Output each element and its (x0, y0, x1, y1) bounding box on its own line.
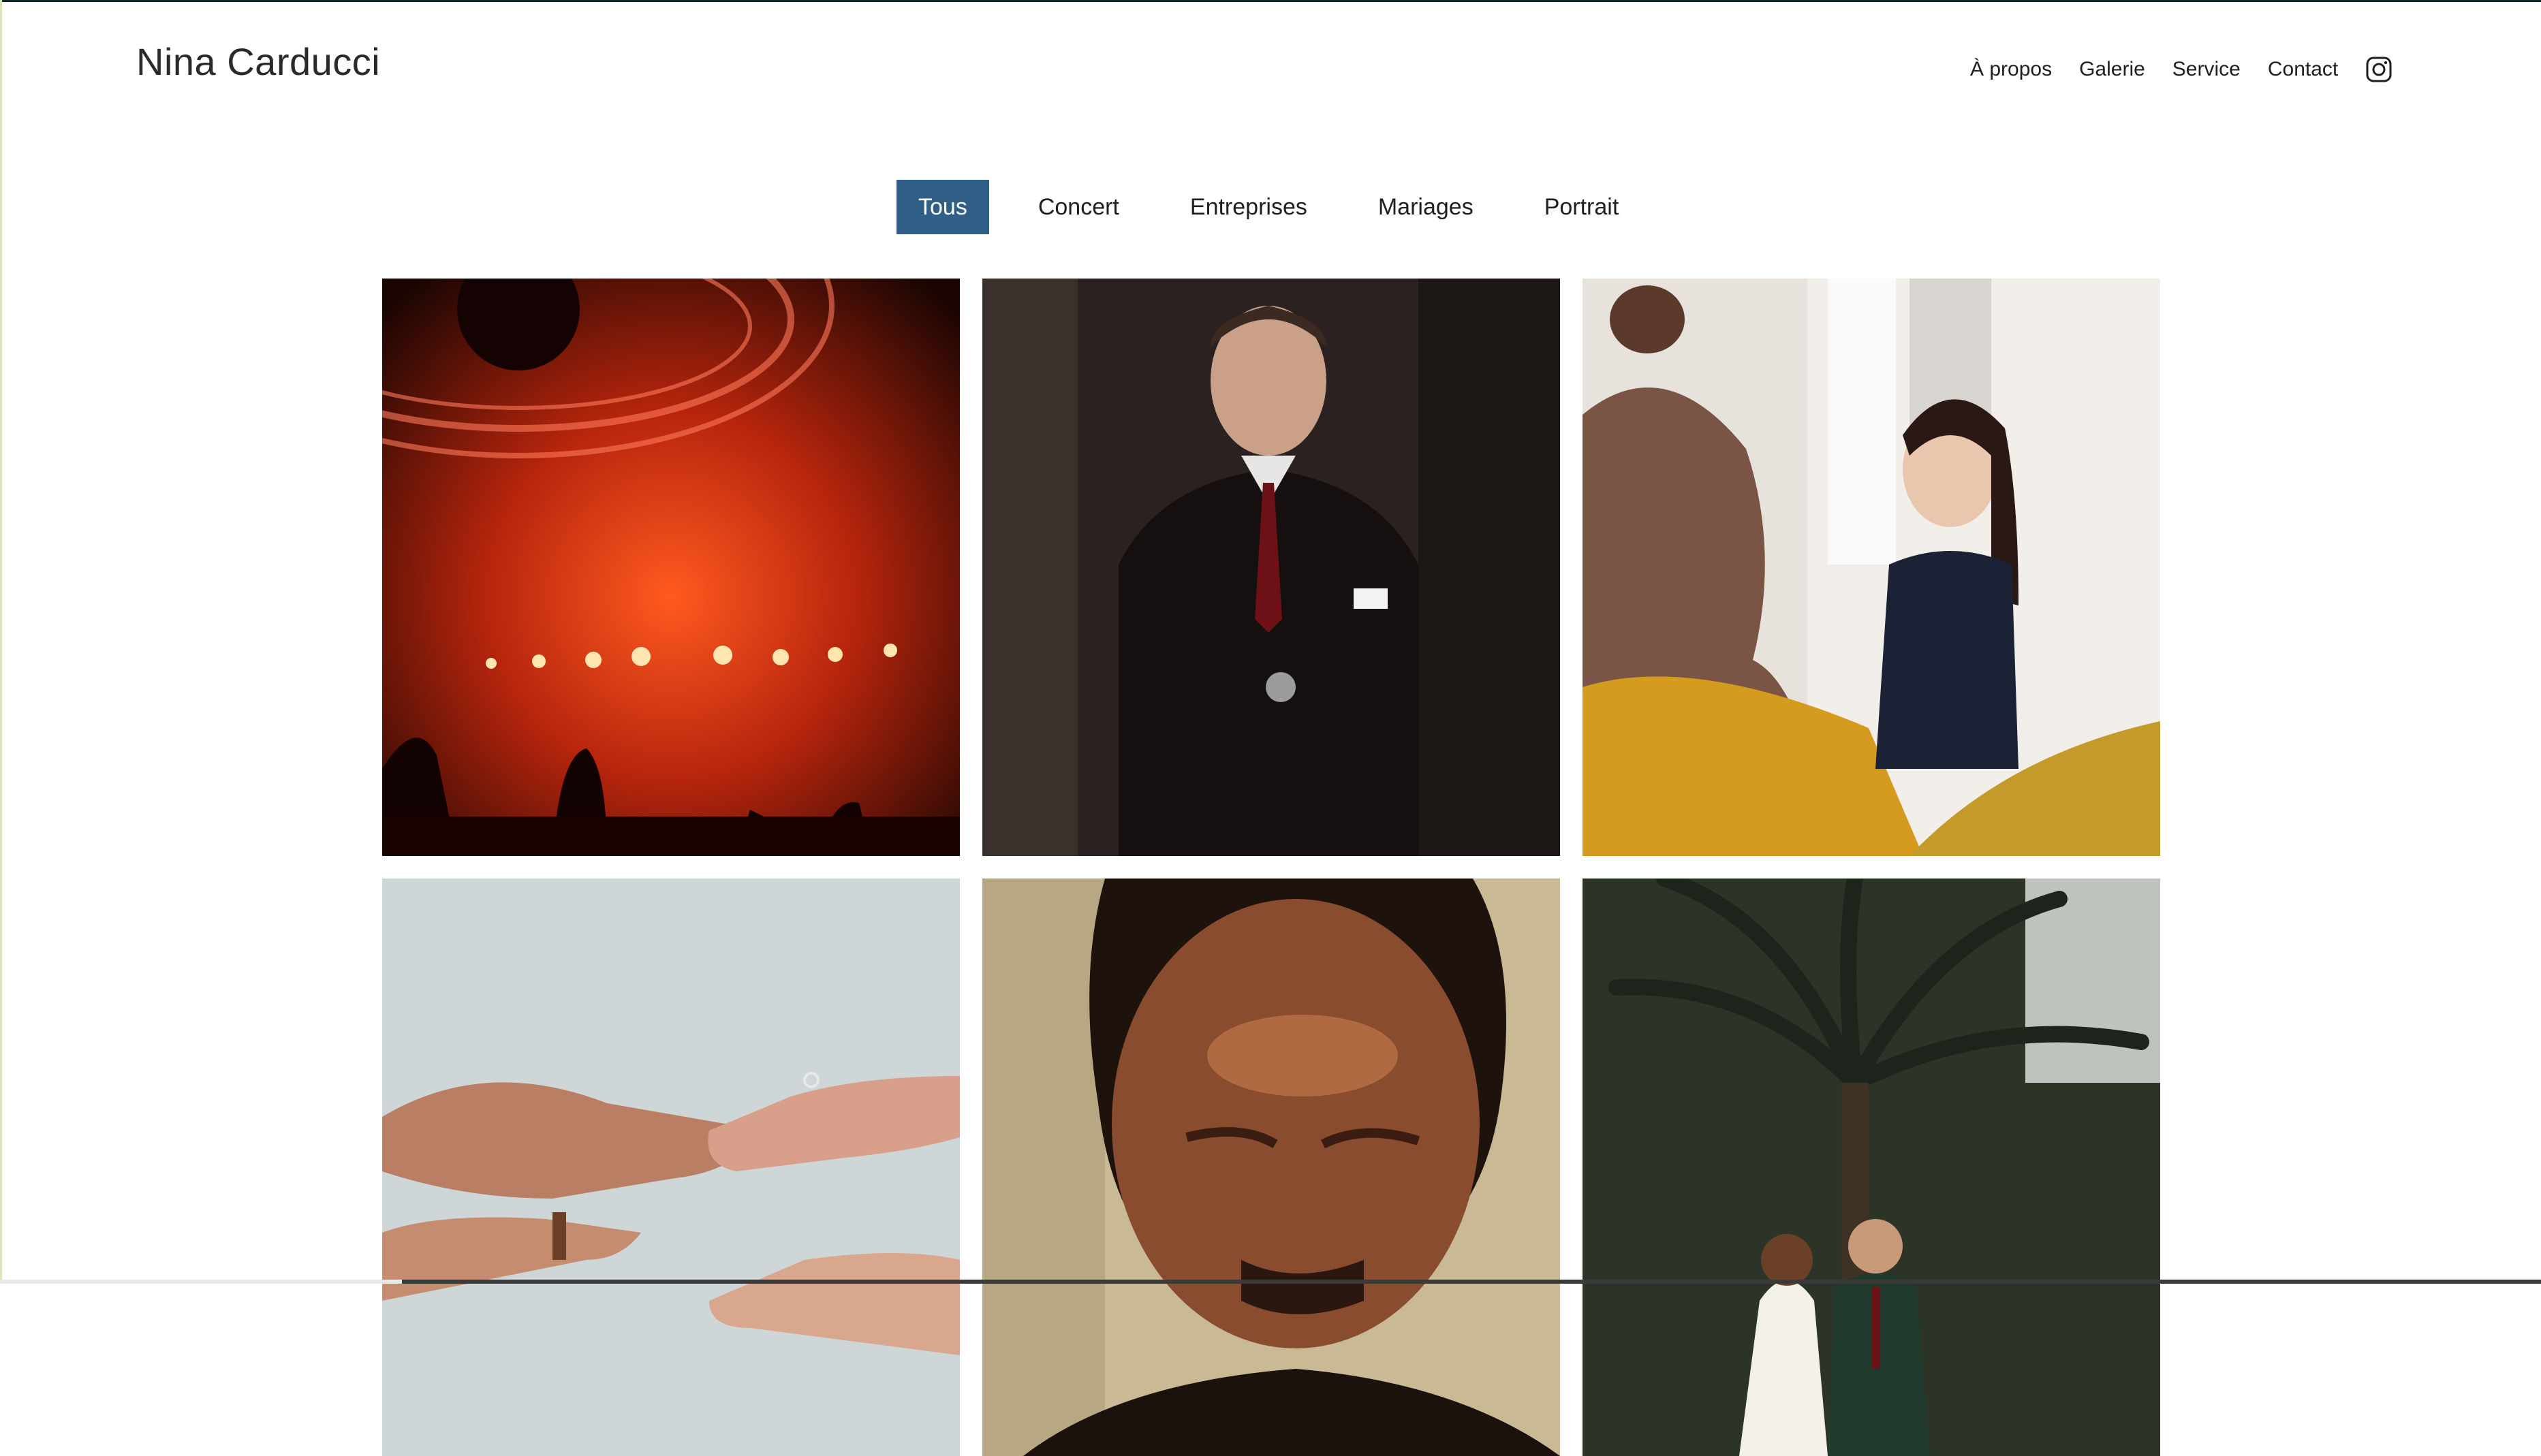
gallery-item-business-man[interactable] (982, 279, 1560, 856)
portrait-image (982, 279, 1560, 856)
business-image (1583, 279, 2160, 856)
nav-link-service[interactable]: Service (2172, 58, 2241, 81)
site-header: Nina Carducci À propos Galerie Service C… (0, 0, 2541, 123)
filter-portrait[interactable]: Portrait (1523, 180, 1641, 234)
concert-image (382, 279, 960, 856)
left-border (0, 0, 2, 1284)
filter-concert[interactable]: Concert (1016, 180, 1141, 234)
nav-link-contact[interactable]: Contact (2268, 58, 2338, 81)
instagram-icon[interactable] (2365, 56, 2392, 83)
main-navigation: À propos Galerie Service Contact (1970, 56, 2392, 83)
filter-mariages[interactable]: Mariages (1356, 180, 1495, 234)
filter-tous[interactable]: Tous (897, 180, 989, 234)
filter-entreprises[interactable]: Entreprises (1168, 180, 1329, 234)
gallery-item-office-woman[interactable] (1583, 279, 2160, 856)
wedding-image (1583, 879, 2160, 1456)
gallery-item-wedding-hands[interactable] (382, 879, 960, 1456)
portrait-image (982, 879, 1560, 1456)
site-title[interactable]: Nina Carducci (136, 39, 380, 84)
gallery-item-wedding-couple[interactable] (1583, 879, 2160, 1456)
scrollbar-thumb[interactable] (402, 1280, 2541, 1284)
gallery-item-concert[interactable] (382, 279, 960, 856)
gallery-filters: Tous Concert Entreprises Mariages Portra… (897, 180, 1640, 234)
nav-link-galerie[interactable]: Galerie (2079, 58, 2145, 81)
nav-link-a-propos[interactable]: À propos (1970, 58, 2052, 81)
gallery-item-man-portrait[interactable] (982, 879, 1560, 1456)
wedding-image (382, 879, 960, 1456)
bottom-scrollbar[interactable] (0, 1280, 2541, 1284)
